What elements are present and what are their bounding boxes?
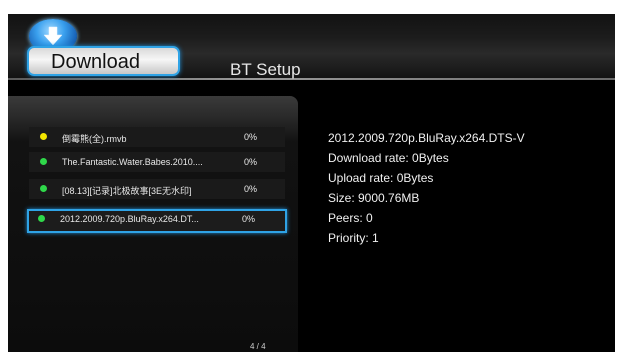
list-item[interactable]: 倒霉熊(全).rmvb 0% — [29, 127, 285, 147]
detail-download-rate: Download rate: 0Bytes — [328, 151, 449, 165]
tab-bt-setup[interactable]: BT Setup — [230, 60, 301, 80]
status-dot-icon — [40, 133, 47, 140]
page-indicator: 4 / 4 — [250, 342, 266, 351]
task-progress: 0% — [244, 157, 258, 167]
screen: Download BT Setup 倒霉熊(全).rmvb 0% The.Fan… — [8, 14, 615, 352]
task-name: 倒霉熊(全).rmvb — [62, 134, 127, 144]
status-dot-icon — [40, 185, 47, 192]
task-details: 2012.2009.720p.BluRay.x264.DTS-V Downloa… — [328, 128, 615, 248]
status-dot-icon — [40, 158, 47, 165]
task-name: [08.13][记录]北极故事[3E无水印] — [62, 186, 192, 196]
detail-size: Size: 9000.76MB — [328, 191, 420, 205]
list-item-selected[interactable]: 2012.2009.720p.BluRay.x264.DT... 0% — [27, 209, 287, 233]
detail-priority: Priority: 1 — [328, 231, 379, 245]
status-dot-icon — [38, 215, 45, 222]
tab-download[interactable]: Download — [27, 46, 180, 76]
task-name: 2012.2009.720p.BluRay.x264.DT... — [60, 214, 199, 224]
task-progress: 0% — [244, 132, 258, 142]
task-list-panel: 倒霉熊(全).rmvb 0% The.Fantastic.Water.Babes… — [8, 96, 298, 352]
header-divider — [8, 78, 615, 80]
detail-peers: Peers: 0 — [328, 211, 373, 225]
detail-upload-rate: Upload rate: 0Bytes — [328, 171, 434, 185]
task-progress: 0% — [242, 214, 256, 224]
detail-title: 2012.2009.720p.BluRay.x264.DTS-V — [328, 131, 525, 145]
list-item[interactable]: The.Fantastic.Water.Babes.2010.... 0% — [29, 152, 285, 172]
task-progress: 0% — [244, 184, 258, 194]
task-name: The.Fantastic.Water.Babes.2010.... — [62, 157, 203, 167]
list-item[interactable]: [08.13][记录]北极故事[3E无水印] 0% — [29, 179, 285, 199]
tab-download-label: Download — [51, 51, 140, 73]
